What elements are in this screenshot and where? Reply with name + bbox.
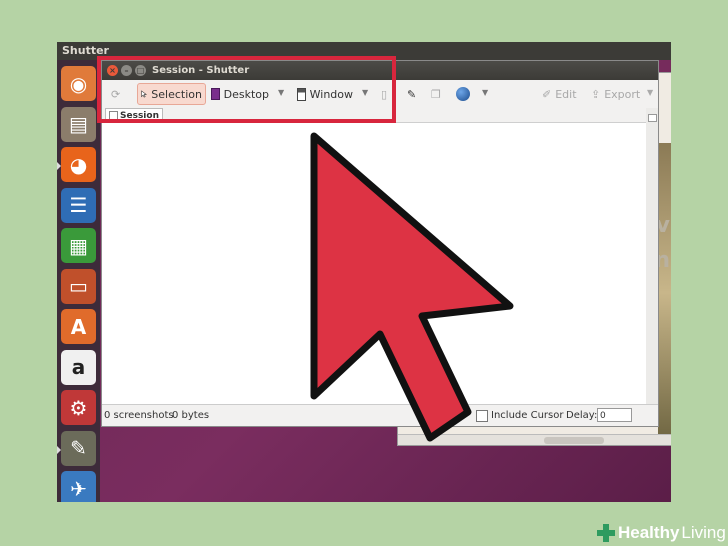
export-button[interactable]: ⇪ Export (588, 83, 640, 105)
system-settings-icon[interactable]: ⚙ (61, 390, 96, 425)
export-dropdown-icon[interactable]: ▼ (647, 88, 653, 97)
export-icon: ⇪ (591, 87, 601, 101)
delay-label: Delay: (566, 410, 598, 421)
ubuntu-dash-icon[interactable]: ◉ (61, 66, 96, 101)
calc-icon[interactable]: ▦ (61, 228, 96, 263)
impress-icon[interactable]: ▭ (61, 268, 96, 304)
brand-bold: Healthy (618, 523, 680, 542)
pointer-arrow-annotation (310, 132, 514, 442)
vertical-scrollbar[interactable] (646, 108, 658, 405)
running-indicator (57, 445, 61, 454)
software-center-icon[interactable]: A (61, 309, 96, 344)
session-size: 0 bytes (172, 410, 210, 421)
healthy-living-logo: Healthy Living (596, 520, 726, 546)
screenshot-count: 0 screenshots (104, 410, 174, 421)
delay-spinner[interactable]: 0 (597, 408, 632, 422)
plus-logo-icon (597, 524, 615, 542)
background-image-strip (658, 143, 671, 443)
scrollbar-thumb[interactable] (544, 437, 604, 444)
firefox-icon[interactable]: ◕ (57, 147, 96, 182)
edit-icon: ✐ (542, 87, 552, 101)
delay-value: 0 (600, 411, 606, 421)
shutter-icon[interactable]: ✈ (61, 471, 96, 502)
edit-label: Edit (555, 87, 577, 101)
tooltip-icon[interactable]: ❐ (428, 83, 448, 105)
unity-launcher: ◉ ▤ ◕ ☰ ▦ ▭ Aa ⚙ ✎ ✈ (57, 60, 100, 502)
export-label: Export (604, 87, 641, 101)
running-indicator (57, 162, 61, 170)
gimp-icon[interactable]: ✎ (57, 430, 96, 466)
edit-tool-icon[interactable]: ✎ (404, 83, 422, 105)
scroll-up-icon[interactable] (648, 114, 657, 122)
files-icon[interactable]: ▤ (61, 106, 96, 142)
writer-icon[interactable]: ☰ (61, 187, 96, 223)
web-dropdown-icon[interactable]: ▼ (482, 88, 488, 97)
web-icon[interactable] (453, 83, 473, 105)
edit-button[interactable]: ✐ Edit (539, 83, 581, 105)
toolbar-highlight-box (97, 56, 396, 123)
amazon-icon[interactable]: a (61, 349, 96, 385)
brand-light: Living (681, 523, 726, 542)
